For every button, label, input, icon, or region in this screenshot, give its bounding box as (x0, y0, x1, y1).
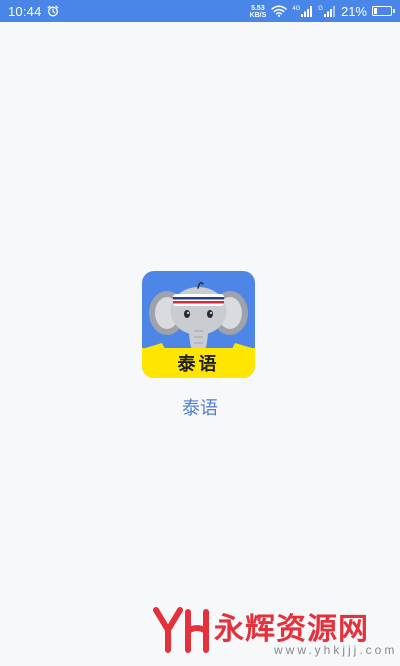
network-speed: 5.53 KB/S (250, 5, 267, 19)
signal-2-label: G (318, 5, 323, 12)
cell-signal-icon: 4G (292, 5, 313, 17)
app-icon[interactable]: 泰语 (142, 271, 255, 378)
network-speed-unit: KB/S (249, 11, 267, 19)
battery-percent: 21% (340, 3, 367, 19)
cell-signal-2-icon: G (318, 5, 336, 17)
signal-1-label: 4G (292, 5, 301, 12)
alarm-icon (47, 5, 59, 17)
app-icon-label: 泰语 (177, 354, 220, 375)
app-name[interactable]: 泰语 (0, 394, 400, 420)
battery-icon (372, 6, 395, 16)
status-bar: 10:44 5.53 KB/S 4G G 21% (0, 0, 400, 22)
status-time: 10:44 (8, 3, 42, 19)
watermark-url: www.yhkjjj.com (274, 643, 398, 657)
status-left: 10:44 (8, 4, 59, 19)
battery-fill (374, 8, 377, 14)
watermark-title: 永辉资源网 (214, 612, 369, 647)
wifi-icon (271, 5, 288, 17)
watermark-logo-icon (153, 607, 209, 653)
status-right: 5.53 KB/S 4G G 21% (250, 3, 395, 19)
network-speed-value: 5.53 (251, 4, 265, 12)
watermark: 永辉资源网 www.yhkjjj.com (152, 604, 394, 659)
